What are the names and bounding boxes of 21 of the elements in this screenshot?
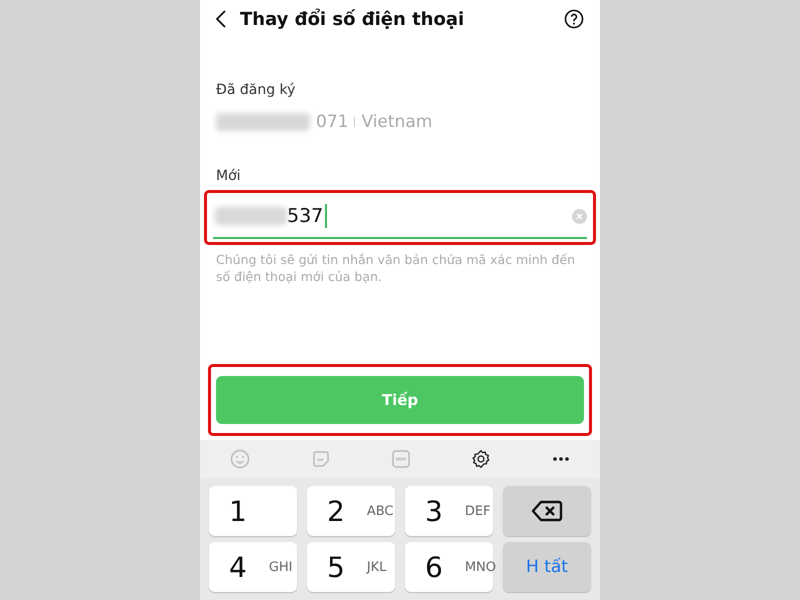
phone-input-field[interactable]: 537 bbox=[213, 195, 587, 239]
keyboard-key[interactable]: 5 JKL bbox=[307, 542, 395, 592]
more-icon[interactable] bbox=[552, 456, 570, 462]
registered-label: Đã đăng ký bbox=[216, 82, 296, 98]
blurred-digits bbox=[215, 207, 287, 225]
keyboard-key[interactable]: 4 GHI bbox=[209, 542, 297, 592]
keyboard-key[interactable]: 6 MNO bbox=[405, 542, 493, 592]
input-value: 537 bbox=[287, 205, 324, 227]
help-icon[interactable] bbox=[564, 9, 584, 29]
keyboard-key[interactable]: 1 bbox=[209, 486, 297, 536]
keyboard-key[interactable]: 3 DEF bbox=[405, 486, 493, 536]
new-number-label: Mới bbox=[216, 168, 242, 184]
hint-text: Chúng tôi sẽ gửi tin nhắn văn bản chứa mã xác minh đến số điện thoại mới của bạn. bbox=[216, 251, 576, 285]
backspace-icon bbox=[531, 500, 563, 522]
keyboard-key[interactable]: 2 ABC bbox=[307, 486, 395, 536]
back-icon[interactable] bbox=[216, 10, 226, 28]
settings-icon[interactable] bbox=[471, 449, 492, 469]
backspace-key[interactable] bbox=[503, 486, 591, 536]
country-name: Vietnam bbox=[361, 112, 432, 132]
phone-number-suffix: 071 bbox=[316, 112, 348, 132]
screen-title: Thay đổi số điện thoại bbox=[240, 8, 466, 30]
